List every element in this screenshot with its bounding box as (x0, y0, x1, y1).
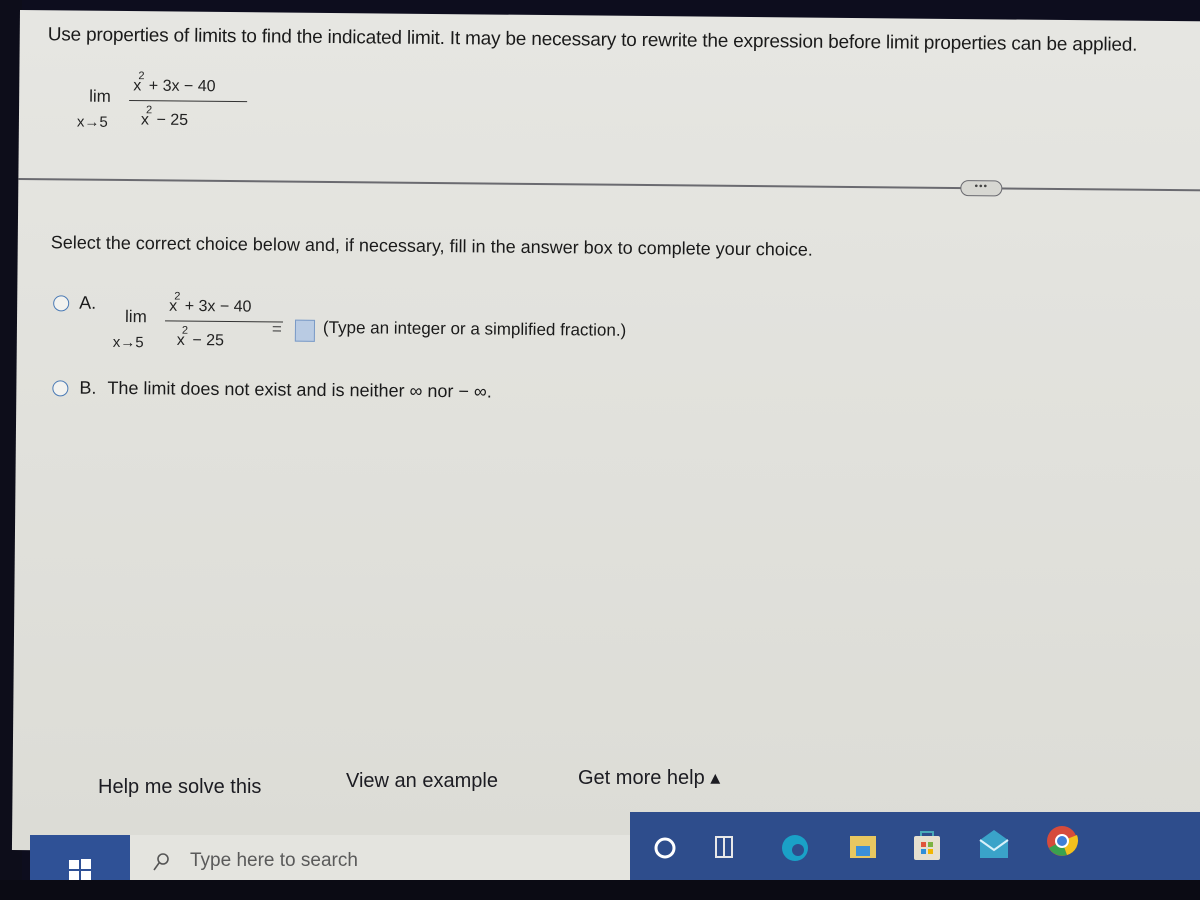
numerator: x2 + 3x − 40 (133, 70, 216, 96)
search-placeholder[interactable]: Type here to search (190, 850, 358, 872)
cortana-icon[interactable] (652, 835, 678, 861)
denominator-rest: − 25 (187, 331, 225, 350)
denominator: x2 − 25 (177, 325, 225, 351)
chrome-icon[interactable] (1045, 824, 1079, 858)
denominator-rest: − 25 (151, 111, 189, 129)
edge-icon[interactable] (780, 832, 810, 864)
denominator-exponent: 2 (181, 324, 189, 337)
help-me-solve-link[interactable]: Help me solve this (98, 776, 261, 799)
lim-label: lim (124, 307, 147, 327)
choice-prompt: Select the correct choice below and, if … (50, 232, 813, 260)
section-divider (18, 177, 1200, 192)
choice-a-letter: A. (79, 292, 97, 313)
lim-label: lim (89, 86, 111, 106)
get-more-help-link[interactable]: Get more help ▴ (578, 765, 720, 790)
mail-icon[interactable] (978, 828, 1010, 860)
numerator-exponent: 2 (138, 70, 145, 83)
store-icon[interactable] (912, 828, 942, 862)
denominator: x2 − 25 (141, 104, 189, 130)
numerator-rest: + 3x − 40 (180, 297, 252, 316)
choice-a[interactable]: A. (53, 292, 96, 313)
fraction-bar (129, 100, 248, 103)
numerator-rest: + 3x − 40 (144, 77, 216, 96)
radio-choice-b[interactable] (52, 380, 69, 397)
file-explorer-icon[interactable] (848, 832, 878, 862)
numerator: x2 + 3x − 40 (169, 290, 252, 316)
question-instruction: Use properties of limits to find the ind… (47, 24, 1138, 56)
answer-input[interactable] (294, 319, 316, 342)
approach-label: x→5 (76, 113, 108, 131)
choice-b[interactable]: B. The limit does not exist and is neith… (52, 377, 492, 402)
numerator-exponent: 2 (174, 290, 181, 303)
view-example-link[interactable]: View an example (346, 770, 498, 793)
task-view-icon[interactable] (712, 834, 736, 860)
answer-hint: (Type an integer or a simplified fractio… (322, 317, 627, 340)
expand-more-button[interactable]: ••• (960, 180, 1003, 197)
approach-label: x→5 (112, 333, 144, 352)
question-panel: Use properties of limits to find the ind… (11, 10, 1200, 862)
denominator-exponent: 2 (145, 104, 153, 117)
fraction-bar (165, 320, 284, 323)
windows-start-icon (69, 859, 91, 881)
search-icon (153, 853, 169, 871)
monitor-bottom-bezel (0, 880, 1200, 900)
choice-b-letter: B. (79, 377, 97, 398)
equals-sign: = (271, 319, 282, 339)
radio-choice-a[interactable] (53, 295, 70, 312)
choice-b-text: The limit does not exist and is neither … (107, 377, 492, 402)
